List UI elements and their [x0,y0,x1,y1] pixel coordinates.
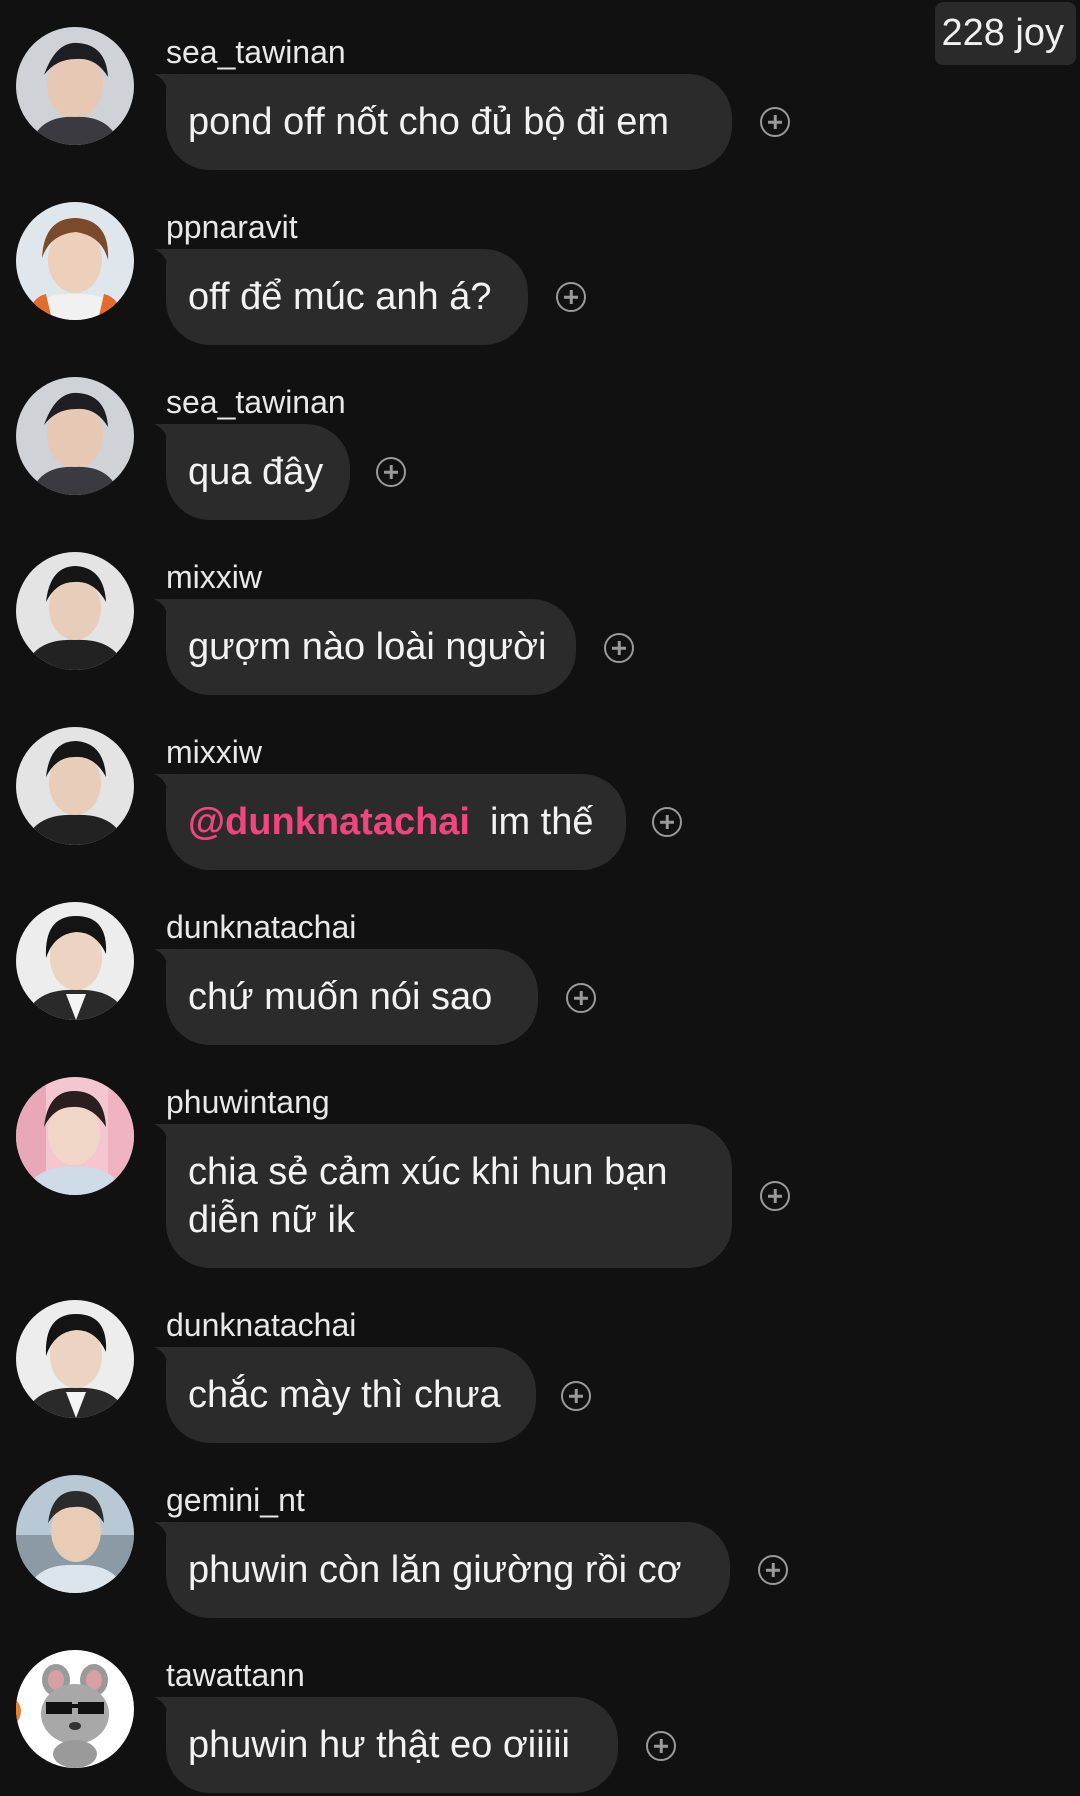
username[interactable]: sea_tawinan [166,33,346,71]
message-text: pond off nốt cho đủ bộ đi em [188,101,669,143]
bubble-tail [154,424,180,446]
message-bubble[interactable]: pond off nốt cho đủ bộ đi em [154,74,732,170]
message-bubble[interactable]: qua đây [154,424,350,520]
username[interactable]: mixxiw [166,733,262,771]
add-reaction-icon[interactable] [646,1731,676,1761]
add-reaction-icon[interactable] [566,983,596,1013]
message-bubble[interactable]: chắc mày thì chưa [154,1347,536,1443]
message-bubble[interactable]: phuwin hư thật eo ơiiiii [154,1697,618,1793]
bubble-tail [154,949,180,971]
username[interactable]: tawattann [166,1656,305,1694]
message-text: qua đây [188,451,324,493]
message-bubble[interactable]: phuwin còn lăn giường rồi cơ [154,1522,730,1618]
add-reaction-icon[interactable] [760,107,790,137]
bubble-tail [154,1124,180,1146]
message-text: off để múc anh á? [188,276,492,318]
bubble-tail [154,1522,180,1544]
message-bubble[interactable]: chia sẻ cảm xúc khi hun bạn diễn nữ ik [154,1124,732,1268]
username[interactable]: ppnaravit [166,208,298,246]
bubble-tail [154,599,180,621]
avatar-gemini-nt[interactable] [16,1475,134,1593]
avatar-tawattann[interactable] [16,1650,134,1768]
add-reaction-icon[interactable] [376,457,406,487]
avatar-phuwintang[interactable] [16,1077,134,1195]
add-reaction-icon[interactable] [556,282,586,312]
message-bubble[interactable]: chứ muốn nói sao [154,949,538,1045]
bubble-tail [154,249,180,271]
avatar-sea-tawinan[interactable] [16,27,134,145]
avatar-dunknatachai[interactable] [16,1300,134,1418]
message-text: im thế [490,801,594,843]
message-text: phuwin hư thật eo ơiiiii [188,1724,571,1766]
avatar-sea-tawinan[interactable] [16,377,134,495]
username[interactable]: sea_tawinan [166,383,346,421]
message-text: chắc mày thì chưa [188,1374,501,1416]
message-text: chia sẻ cảm xúc khi hun bạn diễn nữ ik [188,1151,668,1241]
message-text: phuwin còn lăn giường rồi cơ [188,1549,682,1591]
message-bubble[interactable]: off để múc anh á? [154,249,528,345]
bubble-tail [154,74,180,96]
mention-link[interactable]: @dunknatachai [188,798,470,846]
avatar-mixxiw[interactable] [16,727,134,845]
add-reaction-icon[interactable] [760,1181,790,1211]
message-text: chứ muốn nói sao [188,976,493,1018]
username[interactable]: dunknatachai [166,1306,356,1344]
username[interactable]: gemini_nt [166,1481,305,1519]
bubble-tail [154,1697,180,1719]
add-reaction-icon[interactable] [604,633,634,663]
username[interactable]: dunknatachai [166,908,356,946]
message-bubble[interactable]: gượm nào loài người [154,599,576,695]
username[interactable]: mixxiw [166,558,262,596]
avatar-mixxiw[interactable] [16,552,134,670]
username[interactable]: phuwintang [166,1083,330,1121]
avatar-ppnaravit[interactable] [16,202,134,320]
avatar-dunknatachai[interactable] [16,902,134,1020]
joy-counter-badge: 228 joy [935,2,1076,65]
add-reaction-icon[interactable] [758,1555,788,1585]
add-reaction-icon[interactable] [561,1381,591,1411]
message-bubble[interactable]: @dunknatachai im thế [154,774,626,870]
bubble-tail [154,774,180,796]
bubble-tail [154,1347,180,1369]
message-text: gượm nào loài người [188,626,547,668]
add-reaction-icon[interactable] [652,807,682,837]
